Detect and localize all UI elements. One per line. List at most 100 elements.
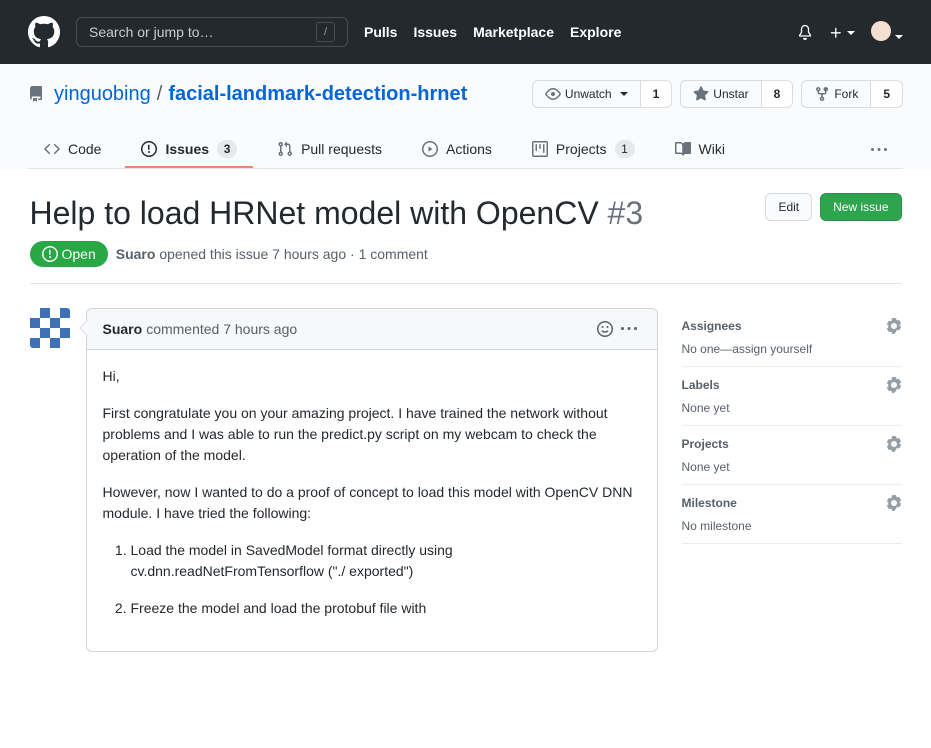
issue-meta-text: opened this issue 7 hours ago · 1 commen…	[159, 246, 428, 262]
repo-actions: Unwatch 1 Unstar 8 Fork 5	[532, 80, 903, 108]
fork-count[interactable]: 5	[871, 80, 903, 108]
header-right	[797, 21, 903, 44]
nav-marketplace[interactable]: Marketplace	[473, 24, 554, 40]
gear-icon	[886, 377, 902, 393]
repo-name-link[interactable]: facial-landmark-detection-hrnet	[168, 83, 467, 106]
code-icon	[44, 141, 60, 157]
comment-p1: Hi,	[103, 366, 641, 387]
comment-p3: However, now I wanted to do a proof of c…	[103, 482, 641, 524]
comment-timeline-item: Suaro commented 7 hours ago Hi, First co…	[30, 308, 658, 652]
project-icon	[532, 141, 548, 157]
gear-icon	[886, 318, 902, 334]
nav-explore[interactable]: Explore	[570, 24, 621, 40]
labels-body: None yet	[682, 401, 902, 415]
tab-actions[interactable]: Actions	[406, 133, 508, 167]
tab-code[interactable]: Code	[28, 133, 117, 167]
tab-pulls-label: Pull requests	[301, 141, 382, 157]
milestone-header[interactable]: Milestone	[682, 495, 902, 511]
labels-header[interactable]: Labels	[682, 377, 902, 393]
comment-box: Suaro commented 7 hours ago Hi, First co…	[86, 308, 658, 652]
comment-menu-button[interactable]	[617, 317, 641, 341]
sidebar-projects: Projects None yet	[682, 426, 902, 485]
gear-icon	[886, 495, 902, 511]
fork-button[interactable]: Fork	[801, 80, 871, 108]
global-header: / Pulls Issues Marketplace Explore	[0, 0, 931, 64]
projects-header[interactable]: Projects	[682, 436, 902, 452]
create-new-dropdown[interactable]	[829, 24, 855, 40]
issues-count: 3	[217, 140, 237, 158]
add-reaction-button[interactable]	[593, 317, 617, 341]
tab-wiki-label: Wiki	[699, 141, 725, 157]
repo-header: yinguobing / facial-landmark-detection-h…	[0, 64, 931, 169]
sidebar-assignees: Assignees No one—assign yourself	[682, 308, 902, 367]
sidebar-labels: Labels None yet	[682, 367, 902, 426]
search-box[interactable]: /	[76, 17, 348, 47]
main-content: Help to load HRNet model with OpenCV #3 …	[2, 169, 930, 676]
issue-sidebar: Assignees No one—assign yourself Labels …	[682, 308, 902, 652]
issue-author[interactable]: Suaro	[116, 246, 156, 262]
tab-issues-label: Issues	[165, 141, 209, 157]
assign-yourself-link[interactable]: No one—assign yourself	[682, 342, 813, 356]
slash-key-icon: /	[316, 22, 335, 42]
fork-label: Fork	[834, 84, 858, 104]
comment-p2: First congratulate you on your amazing p…	[103, 403, 641, 466]
more-tabs-button[interactable]	[855, 134, 903, 166]
comment-timestamp: commented 7 hours ago	[146, 321, 297, 337]
repo-sep: /	[157, 83, 163, 106]
notifications-icon[interactable]	[797, 24, 813, 40]
comment-avatar[interactable]	[30, 308, 70, 348]
repo-icon	[28, 86, 44, 102]
book-icon	[675, 141, 691, 157]
watch-button[interactable]: Unwatch	[532, 80, 641, 108]
tab-issues[interactable]: Issues 3	[125, 132, 253, 168]
nav-pulls[interactable]: Pulls	[364, 24, 397, 40]
fork-button-group: Fork 5	[801, 80, 903, 108]
tab-projects[interactable]: Projects 1	[516, 132, 651, 168]
gear-icon	[886, 436, 902, 452]
tab-code-label: Code	[68, 141, 101, 157]
watch-button-group: Unwatch 1	[532, 80, 672, 108]
comment-li1: Load the model in SavedModel format dire…	[131, 540, 641, 582]
tab-actions-label: Actions	[446, 141, 492, 157]
comment-author[interactable]: Suaro	[103, 321, 143, 337]
star-label: Unstar	[713, 84, 748, 104]
labels-title: Labels	[682, 378, 720, 392]
play-icon	[422, 141, 438, 157]
tab-wiki[interactable]: Wiki	[659, 133, 741, 167]
tab-pulls[interactable]: Pull requests	[261, 133, 398, 167]
star-button[interactable]: Unstar	[680, 80, 761, 108]
milestone-body: No milestone	[682, 519, 902, 533]
projects-body: None yet	[682, 460, 902, 474]
star-button-group: Unstar 8	[680, 80, 793, 108]
milestone-title: Milestone	[682, 496, 737, 510]
comment-body: Hi, First congratulate you on your amazi…	[87, 350, 657, 651]
issue-icon	[141, 141, 157, 157]
smiley-icon	[597, 321, 613, 337]
user-menu[interactable]	[871, 21, 903, 44]
watch-count[interactable]: 1	[641, 80, 673, 108]
avatar-icon	[871, 21, 891, 41]
star-count[interactable]: 8	[762, 80, 794, 108]
repo-tabs: Code Issues 3 Pull requests Actions Proj…	[28, 132, 903, 169]
state-badge: Open	[30, 241, 108, 267]
state-label: Open	[62, 246, 96, 262]
nav-issues[interactable]: Issues	[413, 24, 457, 40]
eye-icon	[545, 86, 561, 102]
comment-li2: Freeze the model and load the protobuf f…	[131, 598, 641, 619]
pull-request-icon	[277, 141, 293, 157]
new-issue-button[interactable]: New issue	[820, 193, 901, 221]
nav-links: Pulls Issues Marketplace Explore	[364, 24, 621, 40]
assignees-header[interactable]: Assignees	[682, 318, 902, 334]
repo-title: yinguobing / facial-landmark-detection-h…	[28, 83, 467, 106]
sidebar-milestone: Milestone No milestone	[682, 485, 902, 544]
edit-button[interactable]: Edit	[765, 193, 812, 221]
kebab-icon	[871, 142, 887, 158]
repo-owner-link[interactable]: yinguobing	[54, 83, 151, 106]
projects-title: Projects	[682, 437, 729, 451]
github-logo[interactable]	[28, 16, 60, 48]
search-input[interactable]	[89, 24, 316, 40]
tab-projects-label: Projects	[556, 141, 607, 157]
issue-number: #3	[608, 195, 644, 231]
fork-icon	[814, 86, 830, 102]
star-icon	[693, 86, 709, 102]
